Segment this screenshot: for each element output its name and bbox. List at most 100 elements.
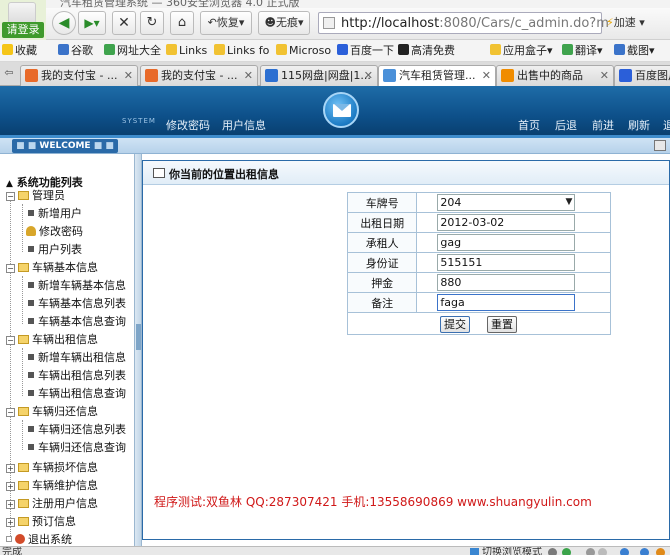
close-icon[interactable]: ✕ bbox=[364, 66, 373, 85]
sidebar-item-add-vehicle-basic[interactable]: 新增车辆基本信息 bbox=[28, 278, 126, 294]
header-link-refresh[interactable]: 刷新 bbox=[628, 117, 650, 133]
header-link-change-password[interactable]: 修改密码 bbox=[166, 117, 210, 133]
bookmark-label: Links bbox=[179, 44, 208, 57]
sidebar-item-user-list[interactable]: 用户列表 bbox=[28, 242, 82, 258]
expand-icon[interactable]: + bbox=[6, 518, 15, 527]
id-card-input[interactable] bbox=[437, 254, 576, 271]
splitter-handle[interactable] bbox=[136, 324, 141, 350]
close-icon: ✕ bbox=[118, 15, 130, 31]
home-button[interactable]: ⌂ bbox=[170, 11, 194, 35]
close-icon[interactable]: ✕ bbox=[600, 66, 609, 85]
status-download-icon[interactable] bbox=[656, 548, 665, 555]
expand-icon[interactable]: + bbox=[6, 482, 15, 491]
status-shield-icon[interactable] bbox=[562, 548, 571, 555]
header-link-home[interactable]: 首页 bbox=[518, 117, 540, 133]
status-bar: 完成 切换浏览模式 bbox=[0, 546, 670, 555]
printer-icon[interactable] bbox=[654, 140, 666, 151]
sidebar-group-vehicle-maintenance[interactable]: + 车辆维护信息 bbox=[6, 478, 98, 494]
login-button[interactable]: 请登录 bbox=[2, 22, 44, 38]
bookmark-google[interactable]: 谷歌 bbox=[58, 43, 93, 59]
sidebar-item-vehicle-rental-query[interactable]: 车辆出租信息查询 bbox=[28, 386, 126, 402]
tab-baidu-images[interactable]: 百度图片 bbox=[614, 65, 670, 86]
tab-taobao[interactable]: 出售中的商品 ✕ bbox=[496, 65, 614, 86]
tab-alipay-1[interactable]: 我的支付宝 - ... ✕ bbox=[20, 65, 138, 86]
sidebar-item-change-password[interactable]: 修改密码 bbox=[26, 224, 83, 240]
sidebar-group-vehicle-basic[interactable]: − 车辆基本信息 bbox=[6, 260, 98, 276]
bookmark-screenshot[interactable]: 截图▾ bbox=[614, 43, 655, 59]
sidebar-group-vehicle-return[interactable]: − 车辆归还信息 bbox=[6, 404, 98, 420]
rent-date-input[interactable] bbox=[437, 214, 576, 231]
sidebar-item-vehicle-return-list[interactable]: 车辆归还信息列表 bbox=[28, 422, 126, 438]
tab-115-disk[interactable]: 115网盘|网盘|1... ✕ bbox=[260, 65, 378, 86]
sidebar-item-vehicle-basic-query[interactable]: 车辆基本信息查询 bbox=[28, 314, 126, 330]
submit-button[interactable]: 提交 bbox=[440, 316, 470, 333]
close-icon[interactable]: ✕ bbox=[124, 66, 133, 85]
status-toggle-icon[interactable] bbox=[598, 548, 607, 555]
bookmark-url-directory[interactable]: 网址大全 bbox=[104, 43, 161, 59]
sidebar-item-add-user[interactable]: 新增用户 bbox=[28, 206, 82, 222]
back-button[interactable]: ◀ bbox=[52, 11, 76, 35]
bookmark-baidu[interactable]: 百度一下 bbox=[337, 43, 394, 59]
accelerate-button[interactable]: ⚡加速 ▾ bbox=[606, 12, 668, 34]
collapse-icon[interactable]: − bbox=[6, 192, 15, 201]
url-text[interactable]: http://localhost:8080/Cars/c_admin.do?m bbox=[341, 16, 609, 31]
sidebar-group-vehicle-damage[interactable]: + 车辆损坏信息 bbox=[6, 460, 98, 476]
switch-mode-button[interactable]: 切换浏览模式 bbox=[470, 547, 542, 555]
sidebar-group-admin[interactable]: − 管理员 bbox=[6, 188, 65, 204]
status-toggle-icon[interactable] bbox=[586, 548, 595, 555]
restore-label: 恢复 bbox=[216, 16, 239, 29]
sidebar-item-vehicle-rental-list[interactable]: 车辆出租信息列表 bbox=[28, 368, 126, 384]
header-link-exit[interactable]: 退 bbox=[663, 117, 670, 133]
expand-icon[interactable]: + bbox=[6, 500, 15, 509]
sidebar-item-add-vehicle-rental[interactable]: 新增车辆出租信息 bbox=[28, 350, 126, 366]
expand-icon[interactable]: + bbox=[6, 464, 15, 473]
plate-select[interactable]: 204 ▼ bbox=[437, 194, 576, 211]
bookmark-favorites[interactable]: 收藏 bbox=[2, 43, 37, 59]
restore-button[interactable]: ↶恢复▾ bbox=[200, 11, 252, 35]
bookmark-translate[interactable]: 翻译▾ bbox=[562, 43, 603, 59]
status-circle-icon[interactable] bbox=[548, 548, 557, 555]
sidebar-item-exit-system[interactable]: 退出系统 bbox=[6, 532, 72, 546]
sidebar-splitter[interactable] bbox=[134, 154, 142, 546]
back-arrow-icon: ◀ bbox=[58, 15, 70, 31]
header-link-forward[interactable]: 前进 bbox=[592, 117, 614, 133]
item-bullet-icon bbox=[28, 318, 34, 324]
sidebar-item-vehicle-basic-list[interactable]: 车辆基本信息列表 bbox=[28, 296, 126, 312]
incognito-button[interactable]: ☻无痕▾ bbox=[258, 11, 310, 35]
tab-scroll-icon[interactable]: ⇦ bbox=[2, 66, 16, 80]
header-link-back[interactable]: 后退 bbox=[555, 117, 577, 133]
collapse-icon[interactable]: − bbox=[6, 264, 15, 273]
collapse-icon[interactable]: − bbox=[6, 336, 15, 345]
renter-input[interactable] bbox=[437, 234, 576, 251]
tab-label: 我的支付宝 - ... bbox=[41, 69, 118, 82]
bookmark-links-fo[interactable]: Links fo bbox=[214, 43, 269, 59]
bookmark-app-box[interactable]: 应用盒子▾ bbox=[490, 43, 553, 59]
forward-button[interactable]: ▶▾ bbox=[78, 11, 106, 35]
login-block[interactable]: 请登录 bbox=[0, 0, 46, 40]
bookmark-hd-free[interactable]: 高清免费 bbox=[398, 43, 455, 59]
refresh-button[interactable]: ↻ bbox=[140, 11, 164, 35]
bookmark-label: 谷歌 bbox=[71, 44, 93, 57]
bookmark-links[interactable]: Links bbox=[166, 43, 207, 59]
sidebar-group-vehicle-rental[interactable]: − 车辆出租信息 bbox=[6, 332, 98, 348]
status-globe-icon[interactable] bbox=[620, 548, 629, 555]
close-icon[interactable]: ✕ bbox=[482, 66, 491, 85]
close-icon[interactable]: ✕ bbox=[244, 66, 253, 85]
welcome-bar: ■ ■ WELCOME ■ ■ bbox=[0, 138, 670, 154]
note-input[interactable] bbox=[437, 294, 576, 311]
sidebar-group-registered-users[interactable]: + 注册用户信息 bbox=[6, 496, 98, 512]
header-link-user-info[interactable]: 用户信息 bbox=[222, 117, 266, 133]
sidebar-item-vehicle-return-query[interactable]: 车辆归还信息查询 bbox=[28, 440, 126, 456]
address-bar[interactable]: http://localhost:8080/Cars/c_admin.do?m bbox=[318, 12, 609, 34]
status-user-icon[interactable] bbox=[640, 548, 649, 555]
tab-car-rental[interactable]: 汽车租赁管理... ✕ bbox=[378, 65, 496, 87]
tab-alipay-2[interactable]: 我的支付宝 - ... ✕ bbox=[140, 65, 258, 86]
bookmark-label: 网址大全 bbox=[117, 44, 161, 57]
deposit-input[interactable] bbox=[437, 274, 576, 291]
reset-button[interactable]: 重置 bbox=[487, 316, 517, 333]
collapse-icon[interactable]: − bbox=[6, 408, 15, 417]
avatar-icon bbox=[8, 2, 36, 24]
stop-button[interactable]: ✕ bbox=[112, 11, 136, 35]
sidebar-group-reservations[interactable]: + 预订信息 bbox=[6, 514, 76, 530]
bookmark-microsoft[interactable]: Microso bbox=[276, 43, 331, 59]
